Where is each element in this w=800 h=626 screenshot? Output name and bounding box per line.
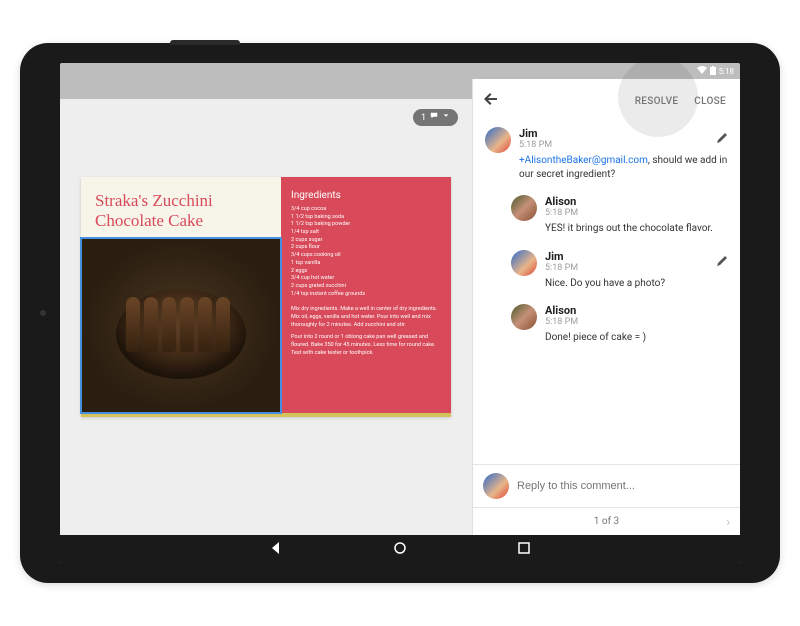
tablet-frame: 5:18 1 Straka's Zucc xyxy=(20,43,780,583)
comment-pager: 1 of 3 › xyxy=(473,507,740,535)
comment-text: Done! piece of cake = ) xyxy=(545,331,728,345)
mention-link[interactable]: +AlisontheBaker@gmail.com xyxy=(519,155,648,166)
comment-author: Alison xyxy=(545,304,728,317)
comment-time: 5:18 PM xyxy=(545,208,728,218)
back-arrow-icon[interactable] xyxy=(483,91,499,112)
main-area: 1 Straka's Zucchini Chocolate Cake xyxy=(60,79,740,535)
nav-home-icon[interactable] xyxy=(393,540,407,559)
instructions-paragraph-2: Pour into 2 round or 1 oblong cake pan w… xyxy=(291,334,441,357)
comment-count: 1 xyxy=(421,113,426,123)
slide-left-column: Straka's Zucchini Chocolate Cake xyxy=(81,177,281,413)
comments-pane: RESOLVE CLOSE Jim5:18 PM+AlisontheBaker@… xyxy=(472,79,740,535)
comments-list[interactable]: Jim5:18 PM+AlisontheBaker@gmail.com, sho… xyxy=(473,123,740,464)
comment-time: 5:18 PM xyxy=(545,317,728,327)
comment-author: Jim xyxy=(545,250,728,263)
ingredients-list: 3/4 cup cocoa1 1/2 tsp baking soda1 1/2 … xyxy=(291,206,441,298)
avatar xyxy=(511,304,537,330)
comments-header: RESOLVE CLOSE xyxy=(473,79,740,123)
ingredients-heading: Ingredients xyxy=(291,189,441,203)
avatar xyxy=(511,250,537,276)
document-pane[interactable]: 1 Straka's Zucchini Chocolate Cake xyxy=(60,79,472,535)
slide-content[interactable]: Straka's Zucchini Chocolate Cake xyxy=(81,177,451,417)
instructions-paragraph-1: Mix dry ingredients. Make a well in cent… xyxy=(291,306,441,329)
ingredient-item: 2 cups grated zucchini xyxy=(291,283,441,291)
chevron-down-icon xyxy=(442,112,450,123)
screen: 5:18 1 Straka's Zucc xyxy=(60,63,740,563)
comment-author: Jim xyxy=(519,127,728,140)
title-line-1: Straka's Zucchini xyxy=(95,191,213,210)
status-bar: 5:18 xyxy=(60,63,740,79)
ingredient-item: 2 eggs xyxy=(291,268,441,276)
comment-item: Alison5:18 PM Done! piece of cake = ) xyxy=(511,304,728,345)
comment-item: Jim5:18 PM +AlisontheBaker@gmail.com, sho… xyxy=(485,127,728,181)
battery-icon xyxy=(710,66,716,77)
avatar xyxy=(511,195,537,221)
comment-text: Nice. Do you have a photo? xyxy=(545,277,728,291)
nav-back-icon[interactable] xyxy=(269,540,283,559)
ingredient-item: 3/4 cup cocoa xyxy=(291,206,441,214)
ingredient-item: 2 cups flour xyxy=(291,244,441,252)
comment-time: 5:18 PM xyxy=(519,140,728,150)
comment-count-pill[interactable]: 1 xyxy=(413,109,458,126)
document-toolbar xyxy=(60,79,472,99)
ingredient-item: 1 1/2 tsp baking soda xyxy=(291,214,441,222)
comment-bubble-icon xyxy=(430,112,438,123)
resolve-button[interactable]: RESOLVE xyxy=(631,92,683,111)
comment-author: Alison xyxy=(545,195,728,208)
pager-next-icon[interactable]: › xyxy=(726,515,730,529)
comment-body: Jim5:18 PM +AlisontheBaker@gmail.com, sho… xyxy=(519,127,728,181)
ingredients-panel: Ingredients 3/4 cup cocoa1 1/2 tsp bakin… xyxy=(281,177,451,413)
edit-icon[interactable] xyxy=(716,252,728,271)
nav-recents-icon[interactable] xyxy=(517,540,531,559)
android-nav-bar xyxy=(60,535,740,563)
comment-item: Alison5:18 PM YES! it brings out the choc… xyxy=(511,195,728,236)
edit-icon[interactable] xyxy=(716,129,728,148)
ingredient-item: 1/4 tsp instant coffee grounds xyxy=(291,291,441,299)
reply-input[interactable] xyxy=(517,480,730,492)
comment-text: YES! it brings out the chocolate flavor. xyxy=(545,222,728,236)
comment-body: Alison5:18 PM YES! it brings out the choc… xyxy=(545,195,728,236)
ingredient-item: 1 tsp vanilla xyxy=(291,260,441,268)
avatar xyxy=(483,473,509,499)
ingredient-item: 1 1/2 tsp baking powder xyxy=(291,221,441,229)
status-time: 5:18 xyxy=(719,67,734,76)
recipe-photo[interactable] xyxy=(81,238,281,413)
comment-body: Alison5:18 PM Done! piece of cake = ) xyxy=(545,304,728,345)
avatar xyxy=(485,127,511,153)
ingredient-item: 1/4 tsp salt xyxy=(291,229,441,237)
title-line-2: Chocolate Cake xyxy=(95,211,203,230)
ingredient-item: 3/4 cup hot water xyxy=(291,275,441,283)
close-button[interactable]: CLOSE xyxy=(690,92,730,111)
comment-item: Jim5:18 PM Nice. Do you have a photo? xyxy=(511,250,728,291)
wifi-icon xyxy=(697,66,707,76)
comment-body: Jim5:18 PM Nice. Do you have a photo? xyxy=(545,250,728,291)
reply-row xyxy=(473,464,740,507)
comment-time: 5:18 PM xyxy=(545,263,728,273)
recipe-title: Straka's Zucchini Chocolate Cake xyxy=(81,177,281,232)
ingredient-item: 3/4 cups cooking oil xyxy=(291,252,441,260)
comment-text: +AlisontheBaker@gmail.com, should we add… xyxy=(519,154,728,181)
pager-label: 1 of 3 xyxy=(594,516,619,527)
front-camera xyxy=(40,310,46,316)
power-button xyxy=(170,40,240,45)
